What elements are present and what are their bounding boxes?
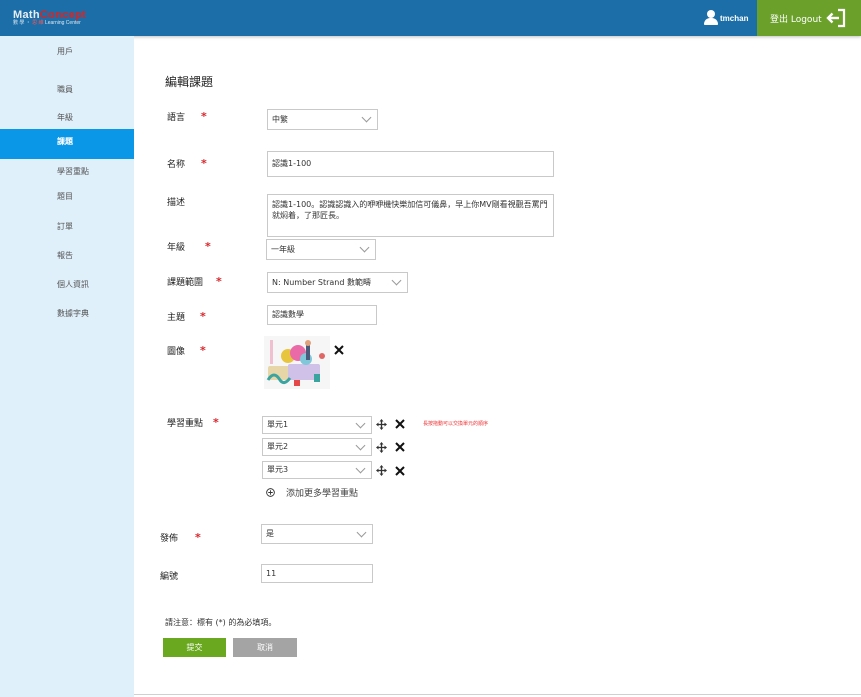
remove-learning-point-2-button[interactable] xyxy=(395,442,405,454)
required-mark: * xyxy=(195,531,201,544)
close-icon xyxy=(395,442,405,452)
chevron-down-icon xyxy=(355,463,366,474)
drag-move-icon[interactable] xyxy=(376,419,387,430)
topic-label: 主題 xyxy=(167,313,186,323)
chevron-down-icon xyxy=(356,527,367,538)
remove-image-button[interactable] xyxy=(334,345,344,357)
grade-label: 年級 xyxy=(167,243,186,253)
logout-arrow-icon xyxy=(826,8,846,28)
learning-point-select-2[interactable]: 單元2 xyxy=(262,438,372,456)
user-menu[interactable]: tmchan xyxy=(704,10,748,26)
logo-wordmark: MathConcept xyxy=(13,10,86,21)
learning-point-value-1: 單元1 xyxy=(267,420,289,429)
grade-select[interactable]: 一年級 xyxy=(266,239,376,260)
sidebar-item-grades[interactable]: 年級 xyxy=(0,109,134,127)
sidebar-item-learning-points[interactable]: 學習重點 xyxy=(0,163,134,181)
name-input[interactable]: 認識1-100 xyxy=(267,151,554,177)
chevron-down-icon xyxy=(391,275,402,286)
page-title: 編輯課題 xyxy=(165,75,214,89)
sidebar-item-questions[interactable]: 題目 xyxy=(0,188,134,206)
publish-value: 是 xyxy=(266,529,274,538)
close-icon xyxy=(334,345,344,355)
logo-sub-text-2: 思 維 xyxy=(32,20,44,26)
description-label: 描述 xyxy=(167,198,186,208)
mathconcept-logo[interactable]: MathConcept 數 學 ・ 思 維 Learning Center xyxy=(13,10,86,27)
remove-learning-point-3-button[interactable] xyxy=(395,466,405,478)
sidebar-item-staff[interactable]: 職員 xyxy=(0,81,134,99)
required-note: 請注意：標有 (*) 的為必填項。 xyxy=(165,618,277,627)
topic-input[interactable]: 認識數學 xyxy=(267,305,377,325)
number-input[interactable]: 11 xyxy=(261,564,373,583)
drag-move-icon[interactable] xyxy=(376,442,387,453)
logout-button[interactable]: 登出 Logout xyxy=(757,0,861,36)
logo-subtitle: 數 學 ・ 思 維 Learning Center xyxy=(13,20,86,27)
drag-move-icon[interactable] xyxy=(376,465,387,476)
required-mark: * xyxy=(200,310,206,323)
chevron-down-icon xyxy=(359,242,370,253)
plus-circle-icon xyxy=(266,488,275,497)
grade-value: 一年級 xyxy=(271,245,295,254)
required-mark: * xyxy=(201,110,207,123)
sidebar-item-data-dictionary[interactable]: 數據字典 xyxy=(0,305,134,323)
close-icon xyxy=(395,466,405,476)
image-label: 圖像 xyxy=(167,347,186,357)
scope-select[interactable]: N: Number Strand 數範疇 xyxy=(267,272,408,293)
required-mark: * xyxy=(213,416,219,429)
submit-button[interactable]: 提交 xyxy=(163,638,226,657)
chevron-down-icon xyxy=(361,112,372,123)
learning-points-label: 學習重點 xyxy=(167,419,204,429)
username: tmchan xyxy=(720,13,749,23)
publish-select[interactable]: 是 xyxy=(261,524,373,544)
name-label: 名称 xyxy=(167,160,186,170)
sidebar-item-profile[interactable]: 個人資訊 xyxy=(0,276,134,294)
scope-label: 課題範圍 xyxy=(167,278,204,288)
required-mark: * xyxy=(205,240,211,253)
chevron-down-icon xyxy=(355,418,366,429)
add-learning-point-label: 添加更多學習重點 xyxy=(286,489,359,499)
sidebar-item-users[interactable]: 用戶 xyxy=(0,43,134,61)
language-label: 語言 xyxy=(167,113,186,123)
scope-value: N: Number Strand 數範疇 xyxy=(272,278,371,287)
page-bottom-divider xyxy=(134,694,861,695)
required-mark: * xyxy=(200,344,206,357)
learning-point-value-3: 單元3 xyxy=(267,465,289,474)
language-select[interactable]: 中繁 xyxy=(267,109,378,130)
learning-point-select-3[interactable]: 單元3 xyxy=(262,461,372,479)
chevron-down-icon xyxy=(355,440,366,451)
description-textarea[interactable]: 認識1-100。認識認識入的咿咿機快樂加信可儀鼻，早上你MV剛看視觀吾罵門就焖着… xyxy=(267,194,554,237)
learning-point-value-2: 單元2 xyxy=(267,442,289,451)
number-label: 編號 xyxy=(160,572,179,582)
logo-sub-text-1: 數 學 ・ xyxy=(13,20,31,26)
user-icon xyxy=(704,10,718,26)
required-mark: * xyxy=(201,157,207,170)
sidebar-item-orders[interactable]: 訂單 xyxy=(0,218,134,236)
sidebar: 用戶 職員 年級 課題 學習重點 題目 訂單 報告 個人資訊 數據字典 xyxy=(0,36,134,697)
required-mark: * xyxy=(216,275,222,288)
topic-image-preview xyxy=(264,336,330,389)
topic-illustration xyxy=(264,336,330,389)
logout-label: 登出 Logout xyxy=(770,14,822,25)
publish-label: 發佈 xyxy=(160,534,179,544)
logo-sub-text-3: Learning Center xyxy=(44,20,81,26)
cancel-button[interactable]: 取消 xyxy=(233,638,297,657)
sidebar-item-topics[interactable]: 課題 xyxy=(0,129,134,159)
learning-point-select-1[interactable]: 單元1 xyxy=(262,416,372,434)
remove-learning-point-1-button[interactable] xyxy=(395,419,405,431)
top-navigation-bar: MathConcept 數 學 ・ 思 維 Learning Center tm… xyxy=(0,0,861,36)
sidebar-item-reports[interactable]: 報告 xyxy=(0,247,134,265)
language-value: 中繁 xyxy=(272,115,288,124)
reorder-hint: 長按拖動可以交換單元的順序 xyxy=(423,421,489,427)
close-icon xyxy=(395,419,405,429)
add-learning-point-button[interactable]: 添加更多學習重點 xyxy=(266,486,358,499)
